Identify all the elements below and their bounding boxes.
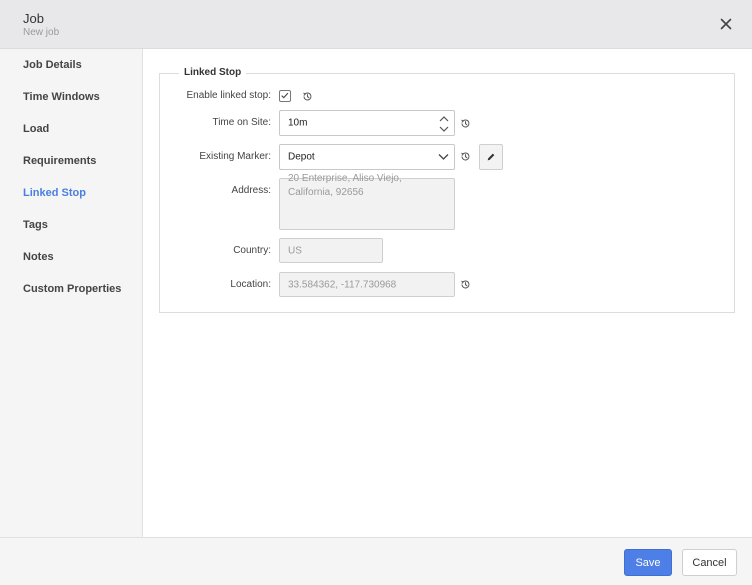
- sidebar-item-time-windows[interactable]: Time Windows: [23, 91, 100, 103]
- location-label: Location:: [230, 279, 271, 290]
- country-label: Country:: [233, 245, 271, 256]
- edit-marker-button[interactable]: [479, 144, 503, 170]
- existing-marker-label: Existing Marker:: [199, 151, 271, 162]
- address-label: Address:: [231, 185, 271, 196]
- sidebar-item-custom-properties[interactable]: Custom Properties: [23, 283, 121, 295]
- sidebar-item-requirements[interactable]: Requirements: [23, 155, 96, 167]
- chevron-down-icon[interactable]: [438, 153, 449, 161]
- country-value: US: [288, 245, 302, 256]
- existing-marker-value: Depot: [288, 151, 315, 163]
- stepper-arrows-icon[interactable]: [438, 113, 450, 135]
- sidebar-item-notes[interactable]: Notes: [23, 251, 54, 263]
- time-on-site-label: Time on Site:: [212, 117, 271, 128]
- sidebar-item-tags[interactable]: Tags: [23, 219, 48, 231]
- dialog-header: Job New job: [0, 0, 752, 49]
- dialog-footer: Save Cancel: [0, 537, 752, 585]
- history-icon[interactable]: [302, 91, 313, 102]
- country-input[interactable]: US: [279, 238, 383, 263]
- close-icon[interactable]: [716, 14, 736, 34]
- save-button[interactable]: Save: [624, 549, 672, 576]
- history-icon[interactable]: [460, 118, 471, 129]
- sidebar-item-linked-stop[interactable]: Linked Stop: [23, 187, 86, 199]
- time-on-site-input[interactable]: 10m: [279, 110, 455, 136]
- history-icon[interactable]: [460, 151, 471, 162]
- location-value: 33.584362, -117.730968: [288, 279, 397, 290]
- location-input[interactable]: 33.584362, -117.730968: [279, 272, 455, 297]
- address-value: 20 Enterprise, Aliso Viejo, California, …: [288, 173, 402, 198]
- existing-marker-select[interactable]: Depot: [279, 144, 455, 170]
- cancel-button[interactable]: Cancel: [682, 549, 737, 576]
- dialog-title: Job: [23, 11, 44, 26]
- sidebar-item-load[interactable]: Load: [23, 123, 49, 135]
- pencil-icon: [487, 153, 495, 161]
- time-on-site-value: 10m: [288, 117, 308, 129]
- dialog-subtitle: New job: [23, 27, 60, 38]
- enable-linked-stop-label: Enable linked stop:: [186, 90, 271, 101]
- sidebar-item-job-details[interactable]: Job Details: [23, 59, 82, 71]
- history-icon[interactable]: [460, 279, 471, 290]
- fieldset-legend: Linked Stop: [179, 67, 247, 78]
- checkmark-icon: [281, 92, 289, 99]
- sidebar-nav: Job Details Time Windows Load Requiremen…: [0, 49, 143, 537]
- address-textarea[interactable]: 20 Enterprise, Aliso Viejo, California, …: [279, 173, 455, 230]
- enable-linked-stop-checkbox[interactable]: [279, 90, 291, 102]
